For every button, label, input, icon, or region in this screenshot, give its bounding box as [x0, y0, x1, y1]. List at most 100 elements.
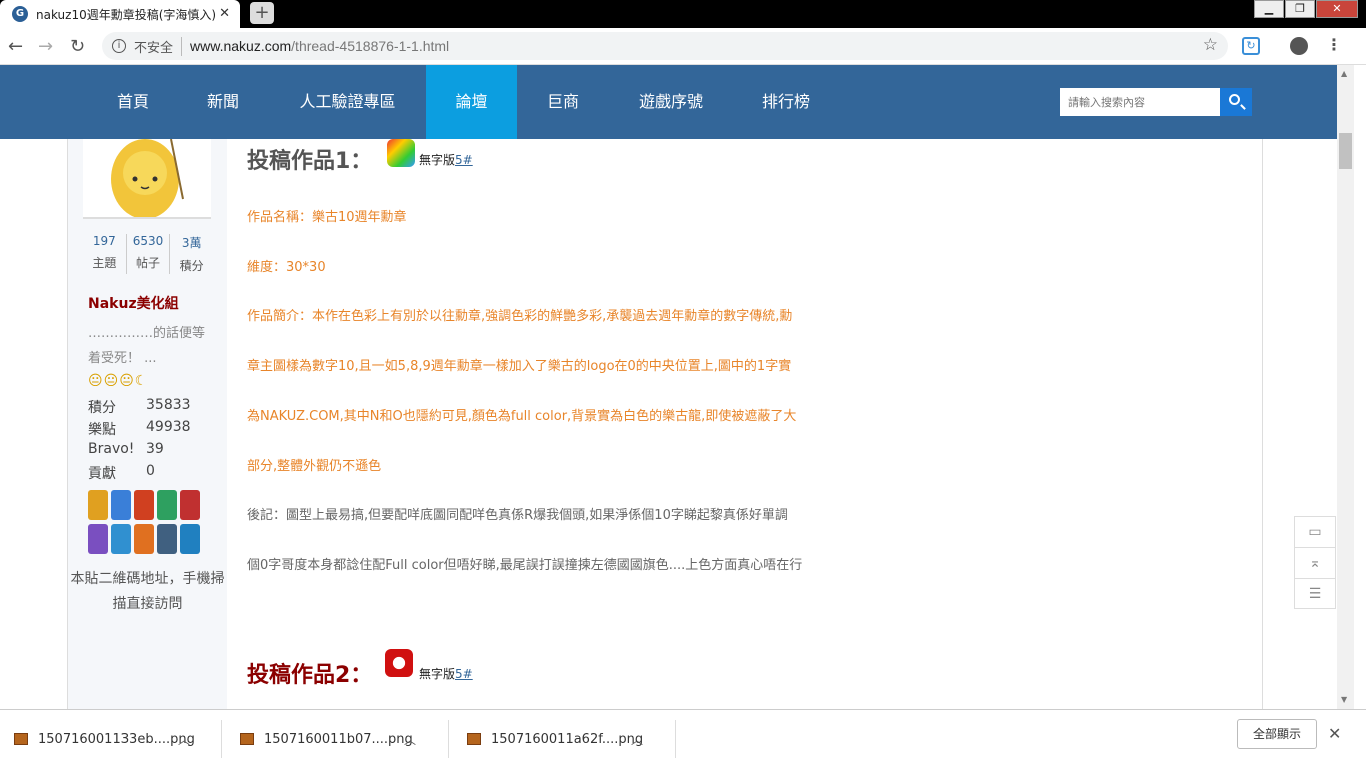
- post-line: 為NAKUZ.COM,其中N和O也隱約可見,顏色為full color,背景實為…: [247, 409, 797, 424]
- download-item[interactable]: 1507160011a62f....png ︿: [453, 720, 676, 758]
- stat-label: 帖子: [136, 256, 161, 270]
- online-level-icons: 😐😐😐☾: [88, 373, 149, 389]
- extension-icon[interactable]: ↻: [1242, 37, 1260, 55]
- post-line: 後記：圖型上最易搞,但要配咩底圖同配咩色真係R爆我個頭,如果淨係個10字睇起黎真…: [247, 508, 788, 523]
- info-row: 樂點 49938: [88, 419, 191, 441]
- scrollbar-thumb[interactable]: [1339, 133, 1352, 169]
- info-icon[interactable]: i: [112, 39, 126, 53]
- scroll-down-arrow-icon[interactable]: ▼: [1341, 695, 1347, 704]
- window-edge: [1354, 65, 1366, 709]
- medal-preview-1-icon: [387, 139, 415, 167]
- stat-topics[interactable]: 197 主題: [83, 234, 127, 274]
- restore-icon[interactable]: ❐: [1285, 0, 1315, 18]
- medal-icon[interactable]: [134, 524, 154, 554]
- nav-item-verify[interactable]: 人工驗證專區: [290, 65, 405, 139]
- chevron-up-icon[interactable]: ︿: [178, 731, 190, 748]
- medal-icon[interactable]: [111, 490, 131, 520]
- close-download-bar-icon[interactable]: ✕: [1328, 724, 1341, 743]
- stat-label: 積分: [179, 259, 204, 273]
- reload-icon[interactable]: ↻: [70, 36, 85, 57]
- search-icon: [1229, 94, 1240, 105]
- info-value: 0: [146, 463, 155, 479]
- scroll-up-arrow-icon[interactable]: ▲: [1341, 69, 1347, 78]
- info-key: 樂點: [88, 422, 116, 438]
- info-row: 貢獻 0: [88, 463, 191, 485]
- vertical-scrollbar[interactable]: ▲ ▼: [1337, 65, 1354, 709]
- stat-posts[interactable]: 6530 帖子: [127, 234, 171, 274]
- nolabel-text: 無字版: [419, 667, 456, 681]
- stat-points[interactable]: 3萬積分: [170, 234, 213, 274]
- bookmark-star-icon[interactable]: ☆: [1203, 35, 1218, 55]
- post-line: 維度：30*30: [247, 260, 326, 275]
- stat-label: 主題: [92, 256, 117, 270]
- nav-item-game-codes[interactable]: 遊戲序號: [630, 65, 712, 139]
- download-bar: 1507160011З3eb....png ︿ 1507160011b07...…: [0, 709, 1366, 768]
- back-arrow-icon[interactable]: ←: [8, 36, 23, 57]
- floor-link[interactable]: 5#: [455, 667, 473, 681]
- post-line: 章主圖樣為數字10,且一如5,8,9週年勳章一樣加入了樂古的logo在0的中央位…: [247, 359, 792, 374]
- minimize-icon[interactable]: ▁: [1254, 0, 1284, 18]
- download-filename: 1507160011a62f....png: [491, 731, 644, 747]
- address-bar[interactable]: i 不安全 www.nakuz.com/thread-4518876-1-1.h…: [102, 32, 1228, 60]
- forward-arrow-icon[interactable]: →: [38, 36, 53, 57]
- chevron-up-icon[interactable]: ︿: [631, 731, 643, 748]
- medal-icon[interactable]: [88, 524, 108, 554]
- search-button[interactable]: [1220, 88, 1252, 116]
- list-icon[interactable]: ☰: [1295, 579, 1335, 610]
- browser-tab[interactable]: G nakuz10週年勳章投稿(字海慎入) ✕: [0, 0, 240, 28]
- back-to-top-icon[interactable]: ⌅: [1295, 548, 1335, 579]
- post-line: 作品簡介：本作在色彩上有別於以往勳章,強調色彩的鮮艷多彩,承襲過去週年勳章的數字…: [247, 309, 793, 324]
- stat-number: 3萬: [181, 236, 202, 250]
- info-row: 積分 35833: [88, 397, 191, 419]
- window-controls: ▁ ❐ ✕: [1253, 0, 1358, 18]
- medal-icon[interactable]: [134, 490, 154, 520]
- info-value: 49938: [146, 419, 191, 435]
- post-line: 作品名稱：樂古10週年勳章: [247, 210, 407, 225]
- info-value: 39: [146, 441, 164, 457]
- nav-item-ranking[interactable]: 排行榜: [752, 65, 820, 139]
- medal-preview-2-icon: [385, 649, 413, 677]
- post-line: 個0字哥度本身都諗住配Full color但唔好睇,最尾誤打誤撞揀左德國國旗色.…: [247, 558, 803, 573]
- new-tab-button[interactable]: +: [250, 2, 274, 24]
- stat-number: 197: [92, 234, 116, 248]
- window-close-icon[interactable]: ✕: [1316, 0, 1358, 18]
- medal-list: [88, 489, 203, 557]
- medal-icon[interactable]: [157, 524, 177, 554]
- medal-icon[interactable]: [111, 524, 131, 554]
- reply-comment-icon[interactable]: ▭: [1295, 517, 1335, 548]
- nav-item-jushang[interactable]: 巨商: [530, 65, 596, 139]
- site-favicon-icon: G: [12, 6, 28, 22]
- download-filename: 1507160011b07....png: [264, 731, 413, 747]
- nav-item-forum[interactable]: 論壇: [426, 65, 517, 139]
- info-key: 貢獻: [88, 466, 116, 482]
- url-text[interactable]: www.nakuz.com/thread-4518876-1-1.html: [190, 38, 449, 54]
- show-all-button[interactable]: 全部顯示: [1237, 719, 1317, 749]
- floating-tools: ▭ ⌅ ☰: [1294, 516, 1336, 609]
- close-tab-icon[interactable]: ✕: [219, 6, 230, 21]
- entry1-title: 投稿作品1：: [247, 149, 373, 174]
- medal-icon[interactable]: [180, 524, 200, 554]
- download-item[interactable]: 1507160011З3eb....png ︿: [0, 720, 222, 758]
- medal-icon[interactable]: [157, 490, 177, 520]
- medal-icon[interactable]: [88, 490, 108, 520]
- nav-item-home[interactable]: 首頁: [100, 65, 166, 139]
- thread-page: 197 主題 6530 帖子 3萬 積分 Nakuz美化組 ……………的話便等着受死！…: [0, 139, 1337, 709]
- author-sidebar: 197 主題 6530 帖子 3萬 積分 Nakuz美化組 ……………的話便等着受死！…: [68, 139, 227, 709]
- profile-icon[interactable]: [1290, 37, 1308, 55]
- chevron-up-icon[interactable]: ︿: [404, 731, 416, 748]
- browser-toolbar: ← → ↻ i 不安全 www.nakuz.com/thread-4518876…: [0, 28, 1366, 65]
- download-item[interactable]: 1507160011b07....png ︿: [226, 720, 449, 758]
- url-host: www.nakuz.com: [190, 38, 292, 54]
- nav-item-news[interactable]: 新聞: [190, 65, 256, 139]
- site-nav: 首頁 新聞 人工驗證專區 論壇 巨商 遊戲序號 排行榜: [0, 65, 1337, 139]
- kebab-menu-icon[interactable]: ⋮: [1326, 35, 1342, 54]
- tab-strip: G nakuz10週年勳章投稿(字海慎入) ✕ + ▁ ❐ ✕: [0, 0, 1366, 28]
- medal-icon[interactable]: [180, 490, 200, 520]
- floor-link[interactable]: 5#: [455, 153, 473, 167]
- user-group[interactable]: Nakuz美化組: [88, 293, 179, 313]
- avatar[interactable]: [83, 139, 211, 219]
- search-input[interactable]: [1060, 88, 1220, 116]
- nolabel-link-2: 無字版5#: [419, 665, 473, 682]
- nolabel-text: 無字版: [419, 153, 456, 167]
- image-file-icon: [467, 733, 481, 745]
